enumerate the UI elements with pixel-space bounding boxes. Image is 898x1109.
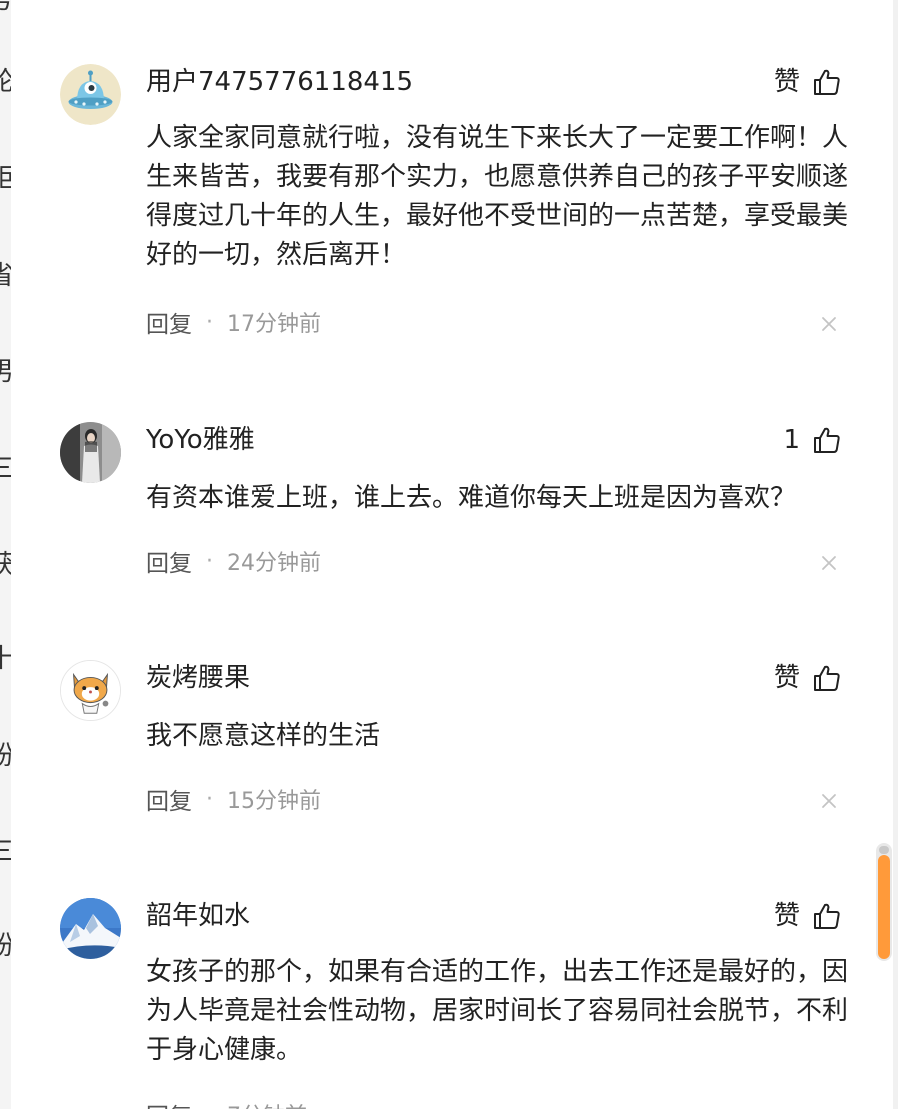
clipped-glyph: 三 [0, 455, 11, 483]
like-count: 赞 [773, 901, 800, 931]
person-photo-avatar-icon[interactable] [60, 422, 121, 483]
comment-feed-page: 号 轮 距 省 男 三 获 十 粉 三 粉 [0, 0, 898, 1109]
reply-button[interactable]: 回复 [146, 1097, 192, 1109]
clipped-glyph: 十 [0, 645, 11, 673]
like-count: 1 [783, 425, 800, 455]
comment-meta: 回复 · 7分钟前 [146, 1098, 307, 1109]
like-button[interactable]: 赞 [774, 660, 842, 696]
like-count: 赞 [773, 67, 800, 97]
comment-username[interactable]: 用户7475776118415 [146, 64, 413, 100]
clipped-glyph: 距 [0, 165, 11, 193]
meta-separator: · [206, 548, 213, 574]
clipped-glyph: 粉 [0, 742, 11, 770]
thumbs-up-icon [814, 69, 840, 95]
comment-meta: 回复 · 15分钟前 [146, 782, 321, 816]
like-button[interactable]: 赞 [774, 64, 842, 100]
left-clipped-panel: 号 轮 距 省 男 三 获 十 粉 三 粉 [0, 0, 11, 1109]
comment-username[interactable]: 韶年如水 [146, 898, 250, 934]
clipped-glyph: 三 [0, 838, 11, 866]
comment-timestamp: 7分钟前 [227, 1098, 307, 1109]
snow-mountain-avatar-icon[interactable] [60, 898, 121, 959]
comment-text: 人家全家同意就行啦，没有说生下来长大了一定要工作啊！人生来皆苦，我要有那个实力，… [146, 123, 849, 270]
scrollbar-cap [879, 846, 889, 854]
comment-username[interactable]: 炭烤腰果 [146, 660, 250, 696]
comment-timestamp: 17分钟前 [227, 312, 321, 337]
reply-button[interactable]: 回复 [146, 305, 192, 339]
scrollbar-thumb[interactable] [878, 855, 890, 959]
cartoon-cat-avatar-icon[interactable] [60, 660, 121, 721]
comment-text: 女孩子的那个，如果有合适的工作，出去工作还是最好的，因为人毕竟是社会性动物，居家… [146, 957, 849, 1065]
clipped-glyph: 省 [0, 262, 11, 290]
meta-separator: · [206, 1102, 213, 1109]
clipped-glyph: 粉 [0, 932, 11, 960]
clipped-glyph: 获 [0, 551, 11, 579]
like-button[interactable]: 1 [783, 422, 842, 458]
thumbs-up-icon [814, 427, 840, 453]
comment-meta: 回复 · 24分钟前 [146, 544, 321, 578]
right-border [893, 0, 898, 1109]
clipped-glyph: 轮 [0, 68, 11, 96]
thumbs-up-icon [814, 665, 840, 691]
alien-ufo-avatar-icon[interactable] [60, 64, 121, 125]
close-icon[interactable] [818, 790, 840, 812]
close-icon[interactable] [818, 313, 840, 335]
vertical-scrollbar[interactable] [876, 843, 892, 961]
thumbs-up-icon [814, 903, 840, 929]
like-button[interactable]: 赞 [774, 898, 842, 934]
comment-timestamp: 15分钟前 [227, 789, 321, 814]
comment-username[interactable]: YoYo雅雅 [146, 422, 255, 458]
meta-separator: · [206, 786, 213, 812]
comment-text: 我不愿意这样的生活 [146, 721, 381, 751]
reply-button[interactable]: 回复 [146, 782, 192, 816]
clipped-glyph: 号 [0, 0, 11, 14]
close-icon[interactable] [818, 552, 840, 574]
comment-meta: 回复 · 17分钟前 [146, 305, 321, 339]
reply-button[interactable]: 回复 [146, 544, 192, 578]
like-count: 赞 [773, 663, 800, 693]
comment-timestamp: 24分钟前 [227, 551, 321, 576]
clipped-glyph: 男 [0, 358, 11, 386]
meta-separator: · [206, 309, 213, 335]
comment-text: 有资本谁爱上班，谁上去。难道你每天上班是因为喜欢？ [146, 483, 797, 513]
